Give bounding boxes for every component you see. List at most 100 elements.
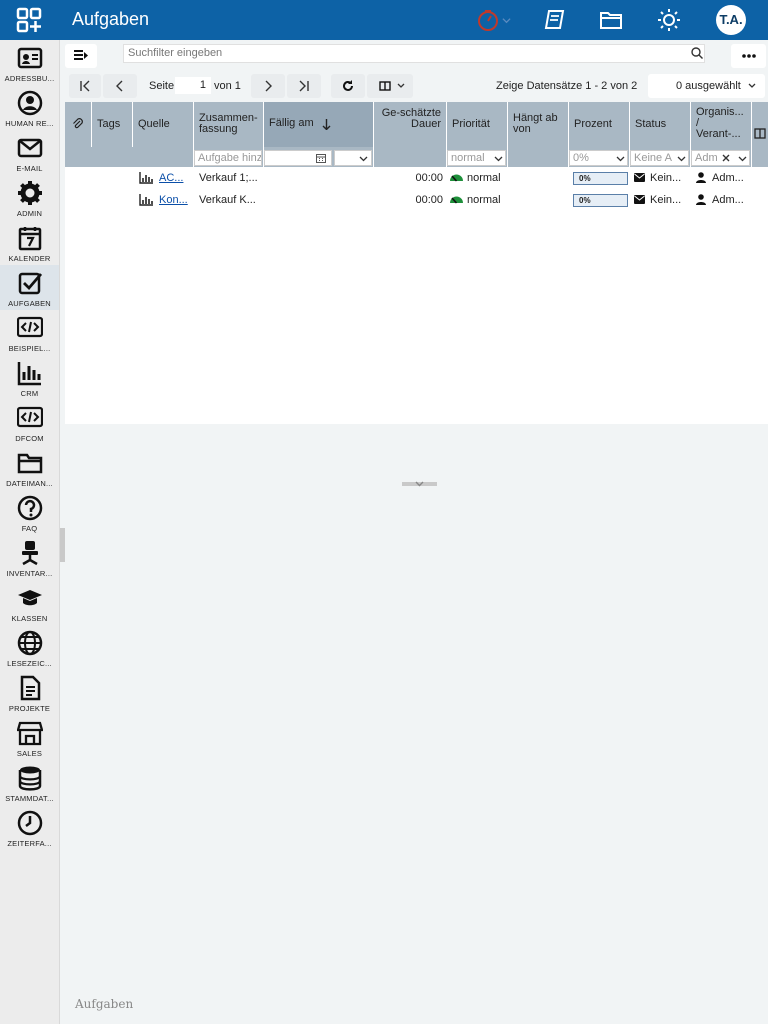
column-header-due-date[interactable]: Fällig am <box>264 102 374 147</box>
percent-filter-select[interactable]: 0% <box>569 150 628 166</box>
toggle-filter-button[interactable] <box>65 44 97 68</box>
next-page-button[interactable] <box>251 74 285 98</box>
columns-icon <box>379 81 391 91</box>
timer-icon[interactable] <box>476 8 500 32</box>
chart-source-icon <box>139 172 153 184</box>
table-row[interactable]: Kon... Verkauf K... 00:00 normal 0% Kein… <box>65 189 768 211</box>
column-header-summary[interactable]: Zusammen-fassung <box>194 102 264 147</box>
first-page-button[interactable] <box>69 74 101 98</box>
chevron-down-icon[interactable] <box>502 16 511 25</box>
more-icon <box>742 54 756 58</box>
sidebar-item-bookmarks[interactable]: LESEZEIC... <box>0 625 59 670</box>
priority-cell: normal <box>467 172 501 184</box>
code-icon <box>17 316 43 338</box>
column-header-organizer[interactable]: Organis... / Verant-... <box>691 102 752 147</box>
more-actions-button[interactable] <box>731 44 766 68</box>
summary-cell: Verkauf K... <box>199 194 256 206</box>
sidebar-item-classes[interactable]: KLASSEN <box>0 580 59 625</box>
organizer-cell: Adm... <box>712 172 744 184</box>
sidebar-item-inventory[interactable]: INVENTAR... <box>0 535 59 580</box>
source-link[interactable]: AC... <box>159 172 191 184</box>
grid-resize-handle[interactable] <box>402 481 437 487</box>
column-header-source[interactable]: Quelle <box>133 102 194 147</box>
columns-button[interactable] <box>367 74 413 98</box>
sidebar-item-filemanager[interactable]: DATEIMAN... <box>0 445 59 490</box>
status-filter-cell: Keine A <box>630 147 691 167</box>
person-icon <box>17 90 43 116</box>
sidebar-item-faq[interactable]: FAQ <box>0 490 59 535</box>
pagination-toolbar: Seite 1 von 1 Zeige Datensätze 1 - 2 von… <box>65 72 768 100</box>
page-number-input[interactable]: 1 <box>175 77 211 94</box>
calendar-icon[interactable] <box>316 153 326 163</box>
column-header-priority[interactable]: Priorität <box>447 102 508 147</box>
page-count: von 1 <box>214 80 241 92</box>
summary-filter-input[interactable]: Aufgabe hinz <box>194 150 262 166</box>
sidebar-item-human-resources[interactable]: HUMAN RE... <box>0 85 59 130</box>
envelope-icon <box>634 173 645 182</box>
last-page-button[interactable] <box>287 74 321 98</box>
organizer-filter-cell: Adm <box>691 147 752 167</box>
refresh-icon <box>343 80 353 91</box>
depends-filter-cell <box>508 147 569 167</box>
sidebar-item-tasks[interactable]: AUFGABEN <box>0 265 59 310</box>
sidebar-item-examples[interactable]: BEISPIEL... <box>0 310 59 355</box>
duration-cell: 00:00 <box>415 172 443 184</box>
gear-icon <box>18 181 42 205</box>
column-header-depends-on[interactable]: Hängt ab von <box>508 102 569 147</box>
database-icon <box>18 766 42 791</box>
user-avatar[interactable]: T.A. <box>716 5 746 35</box>
search-input[interactable]: Suchfilter eingeben <box>123 44 705 63</box>
prev-page-icon <box>116 80 123 92</box>
column-header-duration[interactable]: Ge-schätzte Dauer <box>374 102 447 147</box>
status-filter-select[interactable]: Keine A <box>630 150 689 166</box>
selection-count-dropdown[interactable]: 0 ausgewählt <box>648 74 765 98</box>
sidebar-item-masterdata[interactable]: STAMMDAT... <box>0 760 59 805</box>
code-icon <box>17 406 43 428</box>
table-row[interactable]: AC... Verkauf 1;... 00:00 normal 0% Kein… <box>65 167 768 189</box>
chevron-down-icon <box>397 83 405 88</box>
column-header-tags[interactable]: Tags <box>92 102 133 147</box>
apps-grid-icon[interactable] <box>16 7 42 33</box>
clear-icon[interactable] <box>722 154 730 162</box>
sun-icon[interactable] <box>657 8 681 32</box>
envelope-icon <box>634 195 645 204</box>
checkbox-icon <box>18 272 43 295</box>
sidebar-item-sales[interactable]: SALES <box>0 715 59 760</box>
column-header-attachment[interactable] <box>65 102 92 147</box>
sidebar-item-addressbook[interactable]: ADRESSBU... <box>0 40 59 85</box>
chevron-down-icon <box>359 156 368 162</box>
sidebar-item-email[interactable]: E-MAIL <box>0 130 59 175</box>
clock-icon <box>17 810 43 836</box>
sidebar-item-projects[interactable]: PROJEKTE <box>0 670 59 715</box>
document-icon <box>20 675 41 701</box>
organizer-filter-select[interactable]: Adm <box>691 150 750 166</box>
search-icon[interactable] <box>691 47 703 59</box>
tasks-grid: Tags Quelle Zusammen-fassung Fällig am G… <box>65 102 768 487</box>
book-icon[interactable] <box>543 8 567 32</box>
prev-page-button[interactable] <box>103 74 137 98</box>
priority-filter-select[interactable]: normal <box>447 150 506 166</box>
due-operator-select[interactable] <box>334 150 372 166</box>
main-content: Suchfilter eingeben Seite 1 von 1 Zeige … <box>65 40 768 1024</box>
user-icon <box>696 194 706 205</box>
sidebar-item-crm[interactable]: CRM <box>0 355 59 400</box>
refresh-button[interactable] <box>331 74 365 98</box>
column-header-status[interactable]: Status <box>630 102 691 147</box>
sidebar-item-admin[interactable]: ADMIN <box>0 175 59 220</box>
sidebar-item-timetracking[interactable]: ZEITERFA... <box>0 805 59 850</box>
filter-toggle-icon <box>74 50 88 60</box>
column-header-percent[interactable]: Prozent <box>569 102 630 147</box>
sidebar-item-dfcom[interactable]: DFCOM <box>0 400 59 445</box>
priority-normal-icon <box>450 174 463 182</box>
filter-row-end <box>752 147 768 167</box>
columns-icon <box>754 128 766 139</box>
status-cell: Kein... <box>650 194 682 206</box>
column-chooser-button[interactable] <box>752 102 768 147</box>
barchart-icon <box>17 362 41 386</box>
chevron-down-icon <box>415 481 424 487</box>
source-link[interactable]: Kon... <box>159 194 191 206</box>
sidebar-item-calendar[interactable]: KALENDER <box>0 220 59 265</box>
store-icon <box>17 721 43 746</box>
folder-icon[interactable] <box>599 8 623 32</box>
folder-icon <box>17 453 43 474</box>
